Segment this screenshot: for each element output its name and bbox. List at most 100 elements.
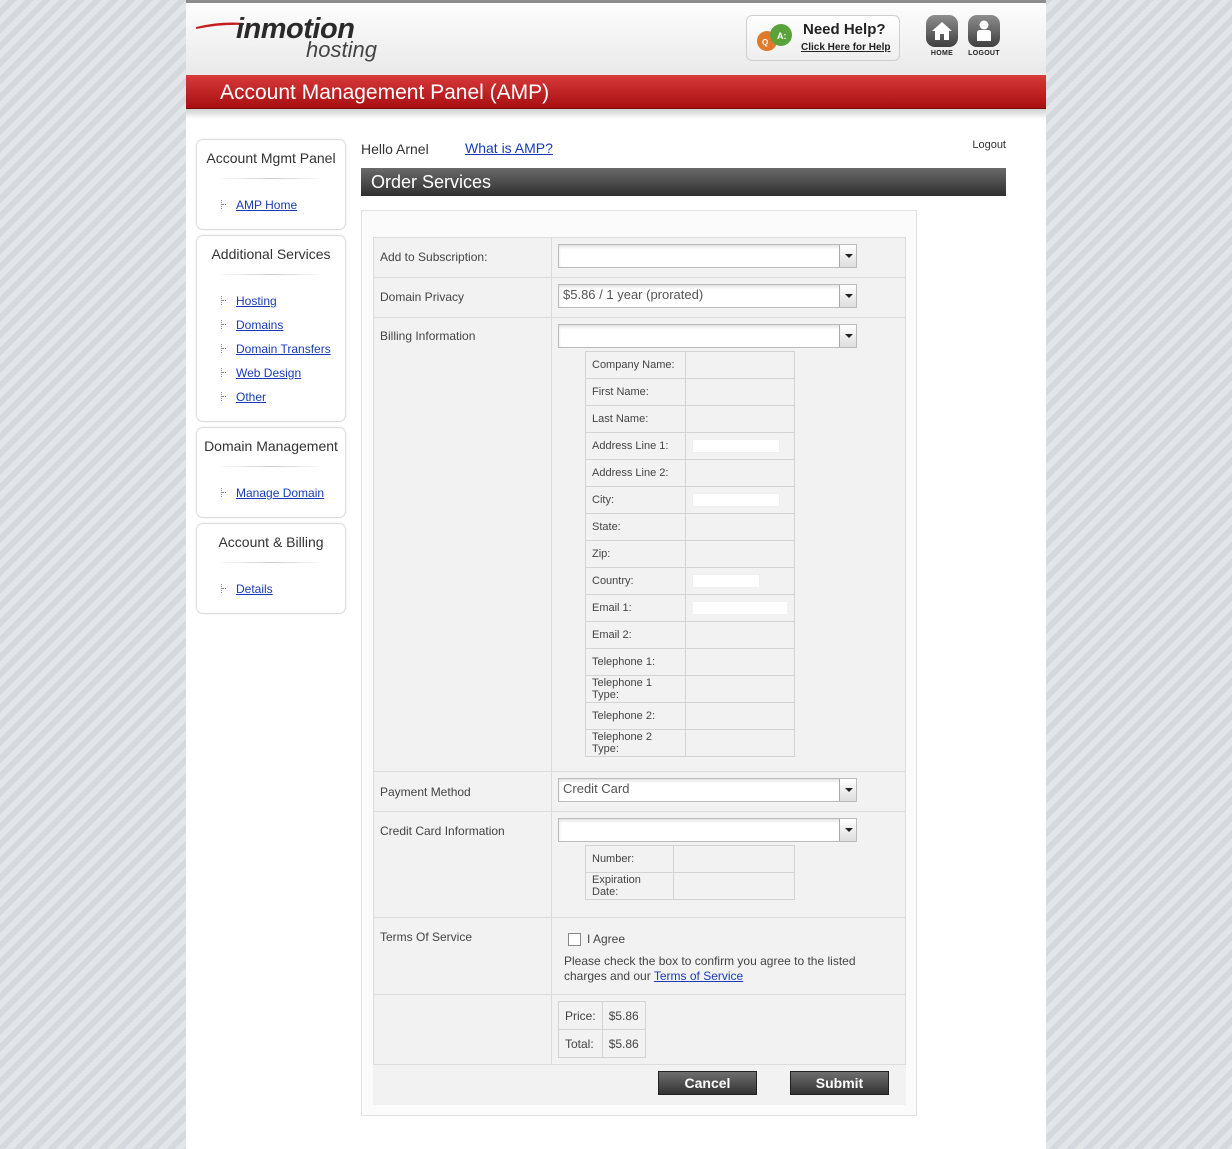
email-1-field[interactable]	[692, 601, 788, 615]
what-is-amp-link[interactable]: What is AMP?	[465, 140, 553, 156]
agree-checkbox[interactable]	[568, 933, 581, 947]
other-link[interactable]: Other	[236, 390, 266, 404]
billing-field-row: Email 2:	[585, 621, 795, 649]
form-row-terms: Terms Of Service I Agree Please check th…	[373, 917, 906, 995]
divider	[217, 466, 325, 467]
divider	[217, 562, 325, 563]
state-label: State:	[585, 513, 686, 541]
greeting: Hello Arnel	[361, 141, 429, 157]
divider	[217, 274, 325, 275]
terms-note: Please check the box to confirm you agre…	[564, 954, 899, 984]
domain-privacy-label: Domain Privacy	[373, 277, 552, 318]
domains-link[interactable]: Domains	[236, 318, 283, 332]
logout-nav-button[interactable]: LOGOUT	[966, 15, 1002, 57]
sidebar-section-account-billing: Account & Billing Details	[196, 523, 346, 614]
billing-field-row: Telephone 1 Type:	[585, 675, 795, 703]
select-value: $5.86 / 1 year (prorated)	[563, 287, 704, 302]
company-name-value	[685, 351, 795, 379]
price-table: Price: $5.86 Total: $5.86	[558, 1001, 646, 1058]
chevron-down-icon	[839, 285, 856, 307]
web-design-link[interactable]: Web Design	[236, 366, 301, 380]
form-cell: Credit Card	[551, 771, 906, 812]
help-link[interactable]: Click Here for Help	[801, 42, 890, 53]
form-row-payment: Payment Method Credit Card	[373, 771, 906, 812]
telephone-1-value	[685, 648, 795, 676]
agree-label: I Agree	[587, 932, 626, 946]
cc-field-row: Number:	[585, 845, 795, 873]
help-title: Need Help?	[803, 21, 886, 38]
inmotion-logo[interactable]: inmotion hosting	[196, 13, 386, 65]
cc-expiration-value	[673, 872, 795, 900]
amp-home-link[interactable]: AMP Home	[236, 198, 297, 212]
last-name-label: Last Name:	[585, 405, 686, 433]
billing-field-row: Last Name:	[585, 405, 795, 433]
billing-field-row: Telephone 2 Type:	[585, 729, 795, 757]
telephone-1-label: Telephone 1:	[585, 648, 686, 676]
billing-select[interactable]	[558, 324, 857, 348]
form-row-price: Price: $5.86 Total: $5.86	[373, 994, 906, 1065]
email-1-label: Email 1:	[585, 594, 686, 622]
home-nav-button[interactable]: HOME	[924, 15, 960, 57]
sidebar-section-title: Account Mgmt Panel	[206, 150, 336, 166]
svg-text:A:: A:	[777, 31, 787, 41]
add-subscription-select[interactable]	[558, 244, 857, 268]
payment-method-label: Payment Method	[373, 771, 552, 812]
user-logout-icon	[968, 15, 1000, 47]
manage-domain-link[interactable]: Manage Domain	[236, 486, 324, 500]
country-field[interactable]	[692, 574, 760, 588]
state-value	[685, 513, 795, 541]
need-help-button[interactable]: A: Q Need Help? Click Here for Help	[746, 15, 900, 61]
domain-transfers-link[interactable]: Domain Transfers	[236, 342, 331, 356]
city-field[interactable]	[692, 493, 780, 507]
price-value: $5.86	[601, 1001, 646, 1030]
form-row-subscription: Add to Subscription:	[373, 237, 906, 278]
cancel-button[interactable]: Cancel	[658, 1071, 757, 1095]
section-title-bar: Order Services	[361, 168, 1006, 196]
sidebar-section-title: Additional Services	[211, 246, 331, 262]
sidebar-section-title: Account & Billing	[218, 534, 324, 550]
panel-title-bar: Account Management Panel (AMP)	[186, 75, 1046, 109]
city-value	[685, 486, 795, 514]
total-label: Total:	[558, 1029, 603, 1058]
order-form: Add to Subscription: Domain Privacy $5.8…	[361, 210, 917, 1116]
logout-link[interactable]: Logout	[972, 139, 1006, 151]
chevron-down-icon	[839, 245, 856, 267]
price-row: Price: $5.86	[558, 1001, 646, 1030]
submit-button[interactable]: Submit	[790, 1071, 889, 1095]
telephone-2-type-label: Telephone 2 Type:	[585, 729, 686, 757]
address-2-label: Address Line 2:	[585, 459, 686, 487]
credit-card-fields-table: Number: Expiration Date:	[585, 845, 795, 900]
header: inmotion hosting A: Q Need Help? Click H…	[186, 0, 1046, 75]
zip-label: Zip:	[585, 540, 686, 568]
sidebar-item-details: Details	[221, 577, 345, 601]
billing-fields-table: Company Name: First Name: Last Name: Add…	[585, 351, 795, 757]
credit-card-select[interactable]	[558, 818, 857, 842]
page-container: inmotion hosting A: Q Need Help? Click H…	[186, 0, 1046, 1149]
domain-privacy-select[interactable]: $5.86 / 1 year (prorated)	[558, 284, 857, 308]
sidebar-item-domain-transfers: Domain Transfers	[221, 337, 345, 361]
home-icon	[926, 15, 958, 47]
sidebar-section-account-mgmt: Account Mgmt Panel AMP Home	[196, 139, 346, 230]
header-shadow	[186, 109, 1046, 119]
country-label: Country:	[585, 567, 686, 595]
hosting-link[interactable]: Hosting	[236, 294, 277, 308]
agree-row: I Agree	[568, 932, 899, 947]
telephone-2-label: Telephone 2:	[585, 702, 686, 730]
svg-text:Q: Q	[762, 38, 768, 47]
zip-value	[685, 540, 795, 568]
sidebar-section-domain-management: Domain Management Manage Domain	[196, 427, 346, 518]
sidebar-item-amp-home: AMP Home	[221, 193, 345, 217]
terms-of-service-link[interactable]: Terms of Service	[654, 969, 743, 983]
telephone-1-type-value	[685, 675, 795, 703]
price-label-cell	[373, 994, 552, 1065]
logout-label: LOGOUT	[968, 50, 1000, 57]
order-form-table: Add to Subscription: Domain Privacy $5.8…	[373, 237, 906, 1065]
address-1-field[interactable]	[692, 439, 780, 453]
details-link[interactable]: Details	[236, 582, 273, 596]
payment-method-select[interactable]: Credit Card	[558, 778, 857, 802]
sidebar-item-manage-domain: Manage Domain	[221, 481, 345, 505]
telephone-1-type-label: Telephone 1 Type:	[585, 675, 686, 703]
email-2-label: Email 2:	[585, 621, 686, 649]
form-cell: Price: $5.86 Total: $5.86	[551, 994, 906, 1065]
total-row: Total: $5.86	[558, 1029, 646, 1058]
